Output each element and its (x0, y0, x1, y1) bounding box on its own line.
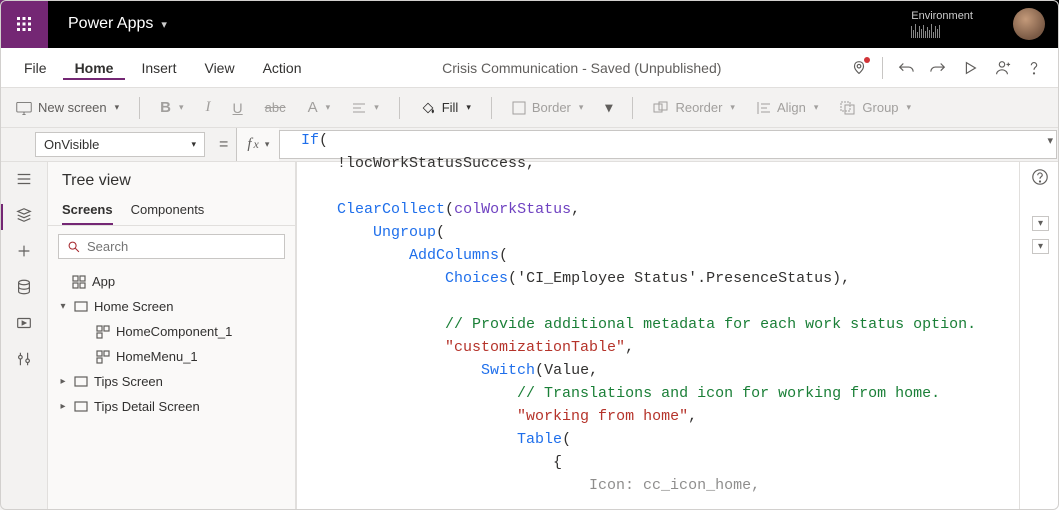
screen-icon (74, 300, 88, 314)
font-color-button[interactable]: A▾ (302, 95, 337, 120)
avatar[interactable] (1013, 8, 1045, 40)
panel-title: Tree view (48, 162, 295, 196)
divider (139, 97, 140, 119)
environment-indicator[interactable]: Environment (911, 10, 973, 38)
insert-icon[interactable] (15, 242, 33, 260)
fx-button[interactable]: fx▾ (236, 128, 279, 161)
search-field[interactable] (87, 239, 276, 254)
tree-label: App (92, 274, 115, 289)
tree-view-icon[interactable] (15, 206, 33, 224)
reorder-label: Reorder (675, 100, 722, 115)
property-selector[interactable]: OnVisible ▾ (35, 132, 205, 157)
tab-screens[interactable]: Screens (62, 196, 113, 225)
tree-label: HomeMenu_1 (116, 349, 198, 364)
chevron-down-icon: ▾ (191, 139, 196, 150)
search-icon (67, 240, 81, 254)
menu-home[interactable]: Home (63, 56, 126, 80)
tree-node-home-menu[interactable]: HomeMenu_1 (52, 344, 291, 369)
chevron-down-icon: ▾ (265, 139, 270, 150)
undo-icon[interactable] (897, 59, 915, 77)
chevron-down-icon[interactable]: ▾ (1032, 239, 1049, 254)
brand-name: Power Apps (68, 15, 153, 33)
tree-node-tips-detail-screen[interactable]: ▸ Tips Detail Screen (52, 394, 291, 419)
new-screen-label: New screen (38, 100, 107, 115)
fill-label: Fill (442, 100, 459, 115)
text-align-button[interactable]: ▾ (346, 98, 385, 118)
chevron-down-icon: ▾ (161, 18, 167, 31)
share-icon[interactable] (993, 59, 1011, 77)
expand-ribbon-button[interactable]: ▾ (599, 95, 618, 120)
divider (632, 97, 633, 119)
menu-insert[interactable]: Insert (129, 56, 188, 80)
underline-button[interactable]: U (227, 96, 249, 120)
app-icon (72, 275, 86, 289)
property-value: OnVisible (44, 137, 99, 152)
help-pane-icon[interactable] (1031, 168, 1049, 186)
align-button[interactable]: Align▾ (751, 96, 824, 119)
component-icon (96, 350, 110, 364)
tree-node-app[interactable]: App (52, 269, 291, 294)
divider (491, 97, 492, 119)
caret-down-icon: ▾ (58, 301, 68, 312)
reorder-button[interactable]: Reorder▾ (647, 96, 741, 119)
tree-node-home-component[interactable]: HomeComponent_1 (52, 319, 291, 344)
screen-icon (74, 375, 88, 389)
tools-icon[interactable] (15, 350, 33, 368)
equals-label: = (211, 128, 236, 161)
brand-dropdown[interactable]: Power Apps ▾ (68, 15, 167, 33)
search-input[interactable] (58, 234, 285, 259)
align-label: Align (777, 100, 806, 115)
border-button[interactable]: Border▾ (506, 96, 590, 119)
tree-label: Home Screen (94, 299, 173, 314)
component-icon (96, 325, 110, 339)
menu-view[interactable]: View (192, 56, 246, 80)
italic-button[interactable]: I (200, 95, 217, 120)
media-icon[interactable] (15, 314, 33, 332)
screen-icon (74, 400, 88, 414)
tab-components[interactable]: Components (131, 196, 205, 225)
divider (399, 97, 400, 119)
menu-action[interactable]: Action (251, 56, 314, 80)
group-button[interactable]: Group▾ (834, 96, 917, 119)
caret-right-icon: ▸ (58, 401, 68, 412)
app-checker-icon[interactable] (850, 59, 868, 77)
tree-label: HomeComponent_1 (116, 324, 232, 339)
tree-label: Tips Detail Screen (94, 399, 200, 414)
fill-button[interactable]: Fill▾ (414, 96, 477, 120)
caret-right-icon: ▸ (58, 376, 68, 387)
new-screen-button[interactable]: New screen ▾ (10, 96, 125, 119)
group-label: Group (862, 100, 898, 115)
redo-icon[interactable] (929, 59, 947, 77)
menu-file[interactable]: File (12, 56, 59, 80)
chevron-down-icon: ▾ (115, 102, 120, 113)
barcode-icon (911, 24, 940, 38)
tree-node-tips-screen[interactable]: ▸ Tips Screen (52, 369, 291, 394)
strikethrough-button[interactable]: abc (259, 96, 292, 119)
formula-code[interactable]: If( !locWorkStatusSuccess, ClearCollect(… (291, 127, 1059, 510)
bold-button[interactable]: B▾ (154, 95, 189, 120)
tree-node-home-screen[interactable]: ▾ Home Screen (52, 294, 291, 319)
chevron-down-icon[interactable]: ▾ (1032, 216, 1049, 231)
app-title: Crisis Communication - Saved (Unpublishe… (318, 60, 847, 76)
data-icon[interactable] (15, 278, 33, 296)
divider (882, 57, 883, 79)
tree-label: Tips Screen (94, 374, 163, 389)
border-label: Border (532, 100, 571, 115)
hamburger-icon[interactable] (15, 170, 33, 188)
help-icon[interactable] (1025, 59, 1043, 77)
app-launcher-button[interactable] (0, 0, 48, 48)
environment-label: Environment (911, 10, 973, 22)
play-icon[interactable] (961, 59, 979, 77)
